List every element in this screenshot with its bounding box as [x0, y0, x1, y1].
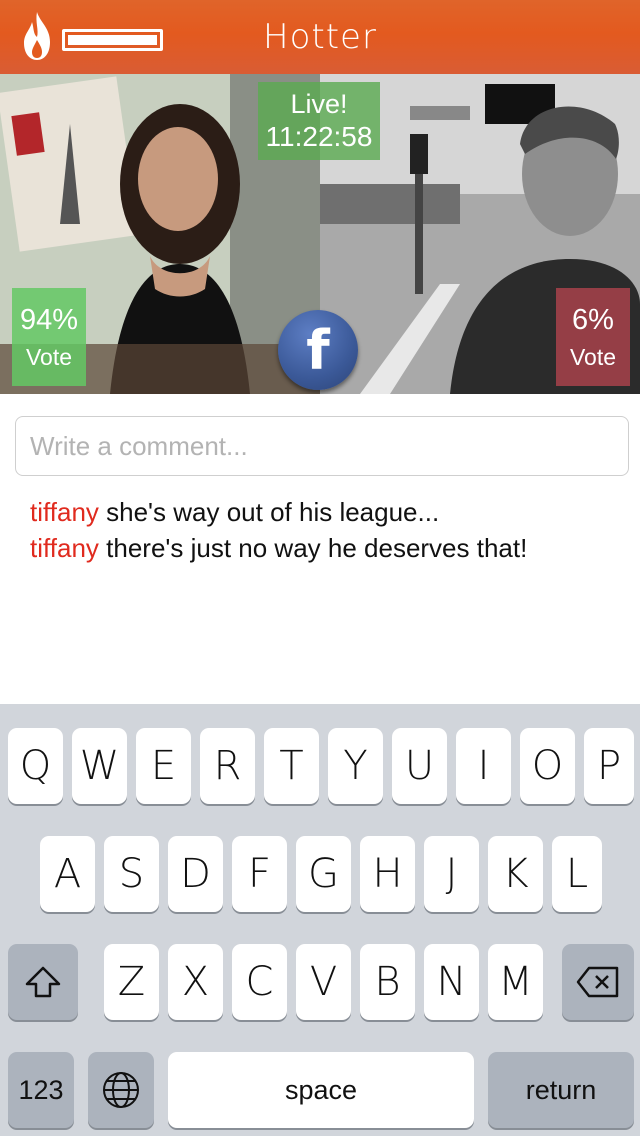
key-c[interactable]: C: [232, 944, 287, 1020]
key-s[interactable]: S: [104, 836, 159, 912]
countdown-time: 11:22:58: [265, 121, 373, 152]
comment-text: she's way out of his league...: [106, 497, 440, 527]
live-timer: Live! 11:22:58: [258, 82, 380, 160]
key-z[interactable]: Z: [104, 944, 159, 1020]
right-vote-percent: 6%: [572, 304, 614, 336]
space-key[interactable]: space: [168, 1052, 474, 1128]
shift-icon: [25, 966, 61, 998]
globe-icon: [103, 1072, 139, 1108]
key-l[interactable]: L: [552, 836, 602, 912]
comment-username[interactable]: tiffany: [30, 497, 99, 527]
progress-fill: [68, 35, 157, 45]
key-q[interactable]: Q: [8, 728, 63, 804]
battle-area: 94% Vote 6% Vote Live! 11:22:58 f: [0, 74, 640, 394]
left-vote-percent: 94%: [19, 304, 79, 336]
shift-key[interactable]: [8, 944, 78, 1020]
comment-item: tiffany she's way out of his league...: [30, 494, 630, 530]
key-g[interactable]: G: [296, 836, 351, 912]
right-vote-button[interactable]: 6% Vote: [556, 288, 630, 386]
comment-text: there's just no way he deserves that!: [106, 533, 528, 563]
key-m[interactable]: M: [488, 944, 543, 1020]
key-b[interactable]: B: [360, 944, 415, 1020]
key-v[interactable]: V: [296, 944, 351, 1020]
key-u[interactable]: U: [392, 728, 447, 804]
key-d[interactable]: D: [168, 836, 223, 912]
key-o[interactable]: O: [520, 728, 575, 804]
comment-list: tiffany she's way out of his league... t…: [30, 494, 630, 566]
right-vote-label: Vote: [569, 344, 617, 370]
key-x[interactable]: X: [168, 944, 223, 1020]
key-e[interactable]: E: [136, 728, 191, 804]
comment-input[interactable]: Write a comment...: [15, 416, 629, 476]
backspace-icon: [576, 966, 619, 998]
key-j[interactable]: J: [424, 836, 479, 912]
key-h[interactable]: H: [360, 836, 415, 912]
key-p[interactable]: P: [584, 728, 634, 804]
delete-key[interactable]: [562, 944, 634, 1020]
nav-bar: Hotter: [0, 0, 640, 74]
globe-key[interactable]: [88, 1052, 154, 1128]
key-y[interactable]: Y: [328, 728, 383, 804]
left-vote-button[interactable]: 94% Vote: [12, 288, 86, 386]
key-r[interactable]: R: [200, 728, 255, 804]
key-a[interactable]: A: [40, 836, 95, 912]
flame-icon[interactable]: [20, 10, 54, 62]
key-f[interactable]: F: [232, 836, 287, 912]
comment-item: tiffany there's just no way he deserves …: [30, 530, 630, 566]
keyboard: Q W E R T Y U I O P A S D F G H J K L Z …: [0, 704, 640, 1136]
numbers-key[interactable]: 123: [8, 1052, 74, 1128]
key-i[interactable]: I: [456, 728, 511, 804]
key-n[interactable]: N: [424, 944, 479, 1020]
facebook-icon[interactable]: f: [278, 310, 358, 390]
key-t[interactable]: T: [264, 728, 319, 804]
app-title: Hotter: [263, 17, 377, 57]
key-k[interactable]: K: [488, 836, 543, 912]
live-label: Live!: [290, 89, 348, 119]
comment-username[interactable]: tiffany: [30, 533, 99, 563]
return-key[interactable]: return: [488, 1052, 634, 1128]
left-vote-label: Vote: [25, 344, 73, 370]
key-w[interactable]: W: [72, 728, 127, 804]
progress-bar: [62, 29, 163, 51]
